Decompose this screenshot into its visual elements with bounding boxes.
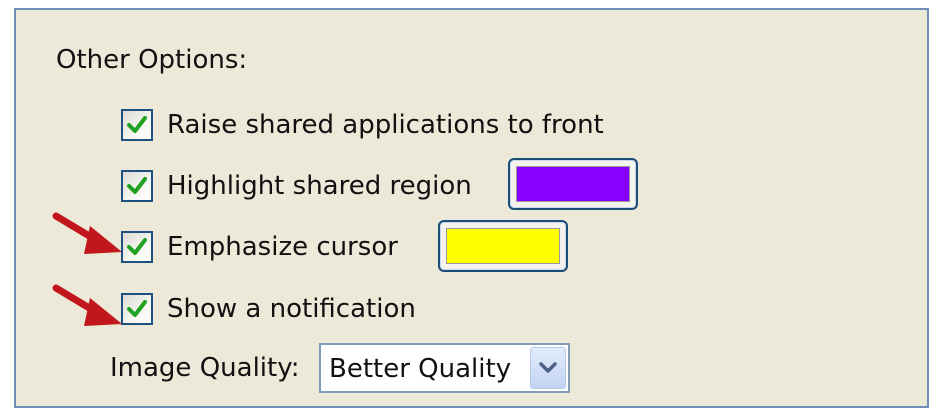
highlight-color-button[interactable]	[508, 158, 638, 210]
red-pointer-arrow-icon	[52, 212, 122, 254]
raise-apps-checkbox[interactable]	[121, 109, 153, 141]
raise-apps-label: Raise shared applications to front	[167, 110, 604, 140]
option-emphasize-cursor[interactable]: Emphasize cursor	[121, 227, 398, 267]
dropdown-button[interactable]	[530, 347, 566, 389]
group-title: Other Options:	[56, 45, 248, 75]
cursor-color-swatch	[446, 228, 560, 264]
red-pointer-arrow-icon	[52, 284, 122, 326]
emphasize-cursor-label: Emphasize cursor	[167, 232, 398, 262]
highlight-region-checkbox[interactable]	[121, 170, 153, 202]
highlight-color-swatch	[516, 166, 630, 202]
option-highlight-shared-region[interactable]: Highlight shared region	[121, 166, 472, 206]
image-quality-value: Better Quality	[329, 354, 512, 384]
option-raise-shared-apps[interactable]: Raise shared applications to front	[121, 105, 604, 145]
highlight-region-label: Highlight shared region	[167, 171, 472, 201]
other-options-panel: Other Options: Raise shared applications…	[14, 8, 929, 408]
checkmark-icon	[127, 177, 147, 194]
checkmark-icon	[127, 116, 147, 133]
show-notification-label: Show a notification	[167, 294, 416, 324]
image-quality-label: Image Quality:	[110, 353, 300, 383]
option-show-notification[interactable]: Show a notification	[121, 289, 416, 329]
image-quality-select[interactable]: Better Quality	[319, 343, 570, 393]
cursor-color-button[interactable]	[438, 220, 568, 272]
chevron-down-icon	[539, 362, 557, 373]
